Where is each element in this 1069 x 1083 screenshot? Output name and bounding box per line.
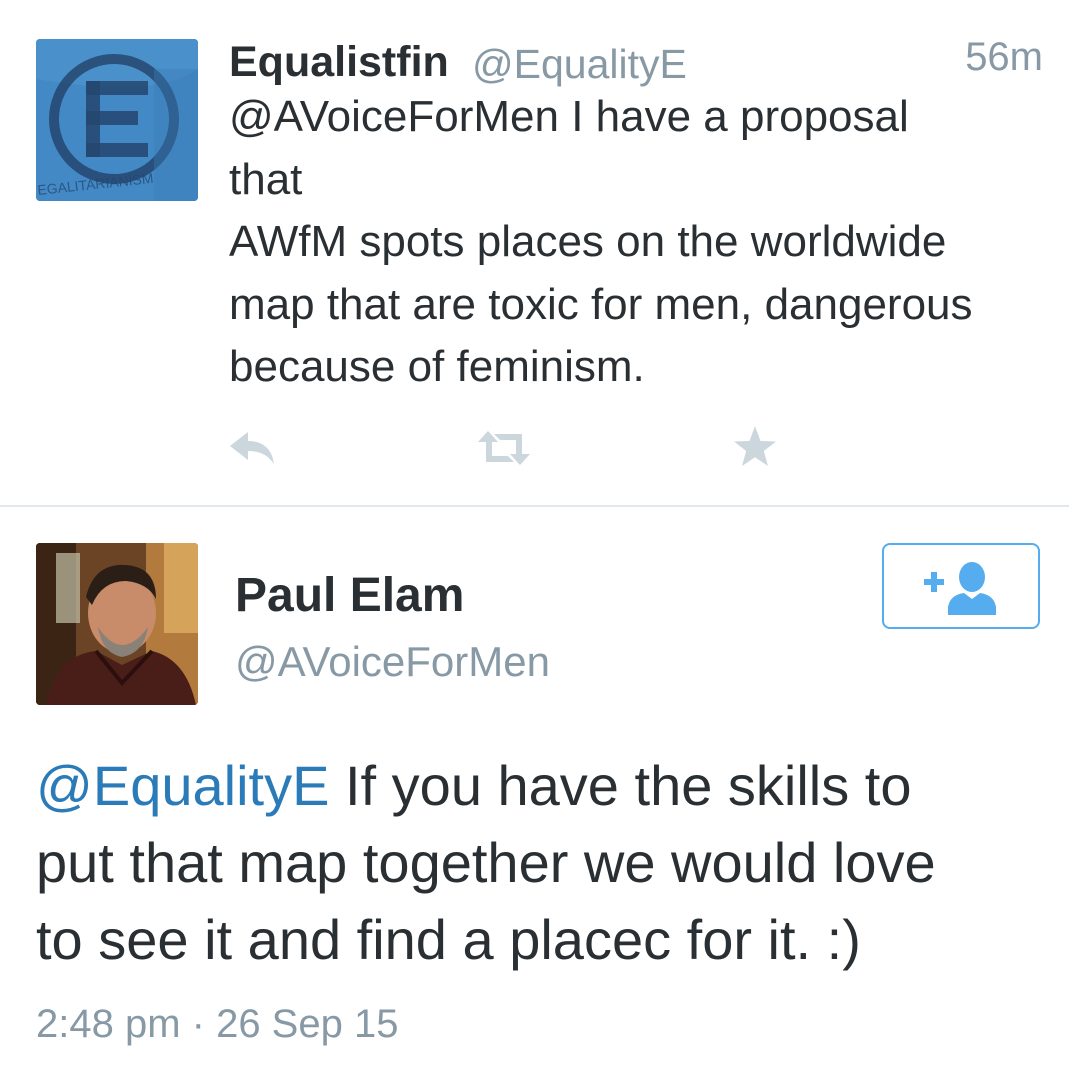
tweet-text-line: because of feminism. [229,342,645,391]
tweet-text-line: @EqualityE If you have the skills to [36,747,1056,824]
tweet-text-line: to see it and find a placec for it. :) [36,908,861,971]
reply-button[interactable] [226,420,286,476]
tweet-timestamp: 56m [965,35,1043,79]
tweet-actions [0,420,1069,480]
parent-tweet[interactable]: EGALITARIANISM Equalistfin @EqualityE 56… [0,0,1069,505]
follow-button[interactable] [882,543,1040,629]
retweet-button[interactable] [474,420,534,476]
reply-icon [230,432,274,464]
tweet-text-line: @AVoiceForMen I have a proposal [229,92,909,141]
mention-link[interactable]: @EqualityE [36,754,329,817]
tweet-text-line: put that map together we would love [36,831,936,894]
author-name[interactable]: Equalistfin [229,38,449,87]
tweet-detail-screen: EGALITARIANISM Equalistfin @EqualityE 56… [0,0,1069,1083]
avatar[interactable]: EGALITARIANISM [36,39,198,201]
egalitarian-logo-icon: EGALITARIANISM [36,39,198,201]
favorite-icon [734,426,776,466]
tweet-text: @EqualityE If you have the skills to put… [36,747,1056,978]
divider [0,505,1069,507]
add-user-icon [924,562,996,615]
favorite-button[interactable] [727,420,787,476]
author-handle[interactable]: @AVoiceForMen [235,638,550,686]
author-name[interactable]: Paul Elam [235,568,464,623]
avatar[interactable] [36,543,198,705]
tweet-text-line: map that are toxic for men, dangerous [229,279,973,329]
tweet-text-line: that [229,154,303,204]
profile-photo [36,543,198,705]
retweet-icon [478,431,530,465]
tweet-text-segment: If you have the skills to [329,754,912,817]
tweet-text: @AVoiceForMen I have a proposal that AWf… [229,86,1059,399]
author-handle[interactable]: @EqualityE [472,41,687,88]
tweet-text-line: AWfM spots places on the worldwide [229,217,947,266]
tweet-timestamp: 2:48 pm · 26 Sep 15 [36,1002,399,1046]
